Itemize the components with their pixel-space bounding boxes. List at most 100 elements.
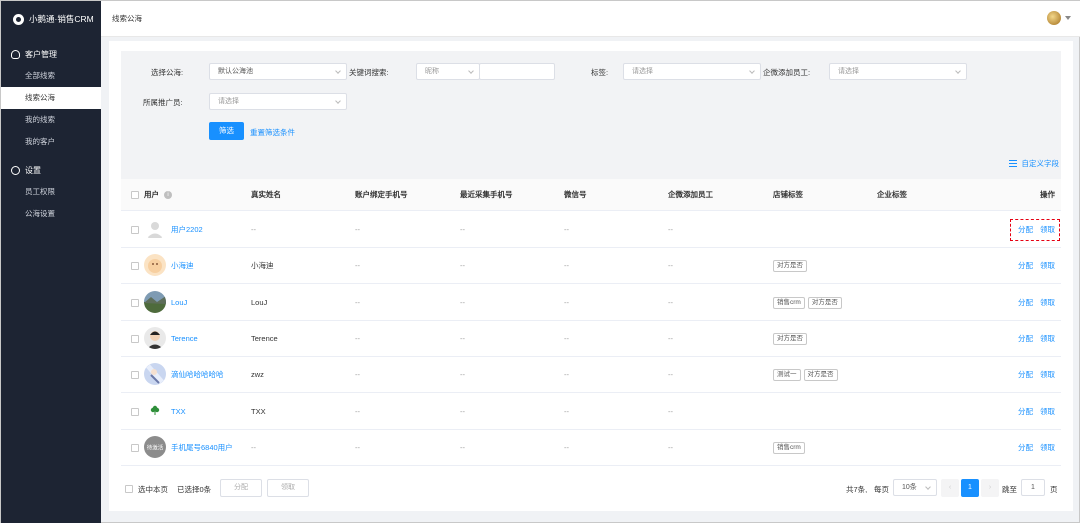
row-actions: 分配 领取 xyxy=(1018,248,1055,284)
highlight-box xyxy=(1010,219,1060,241)
cell-wechat: -- xyxy=(564,406,569,416)
app-title: 小鹅通·销售CRM xyxy=(29,14,94,24)
cell-staff: -- xyxy=(668,370,673,380)
tag-select[interactable]: 请选择 xyxy=(623,63,761,80)
user-name-link[interactable]: 手机尾号6840用户 xyxy=(171,430,233,466)
sidebar-item-0-3[interactable]: 我的客户 xyxy=(1,131,101,153)
cell-staff: -- xyxy=(668,406,673,416)
tag-label: 标签: xyxy=(591,68,609,77)
sidebar-group-label: 设置 xyxy=(25,165,41,175)
select-all-checkbox[interactable] xyxy=(131,191,139,199)
user-avatar xyxy=(144,290,166,313)
keyword-input[interactable] xyxy=(479,63,555,80)
sidebar-item-1-1[interactable]: 公海设置 xyxy=(1,203,101,225)
user-name-link[interactable]: TXX xyxy=(171,394,186,430)
column-header-recent-phone: 最近采集手机号 xyxy=(460,190,513,199)
sidebar-group-0[interactable]: 客户管理 xyxy=(1,43,101,65)
app-logo[interactable]: 小鹅通·销售CRM xyxy=(1,1,101,37)
table-header: 用户 i 真实姓名 账户绑定手机号 最近采集手机号 微信号 企微添加员工 店铺标签… xyxy=(121,179,1061,211)
custom-fields-link[interactable]: 自定义字段 xyxy=(1008,158,1059,169)
page-suffix: 页 xyxy=(1050,485,1058,494)
svg-text:待激活: 待激活 xyxy=(147,443,164,451)
column-header-staff: 企微添加员工 xyxy=(668,190,713,199)
cell-wechat: -- xyxy=(564,297,569,307)
keyword-type-select[interactable]: 昵称 xyxy=(416,63,480,80)
select-page-checkbox[interactable] xyxy=(125,485,133,493)
prev-page-button[interactable]: ‹ xyxy=(941,479,959,497)
cell-recent-phone: -- xyxy=(460,225,465,234)
assign-button[interactable]: 分配 xyxy=(1018,357,1033,393)
assign-button[interactable]: 分配 xyxy=(1018,321,1033,357)
row-checkbox[interactable] xyxy=(131,262,139,271)
user-name-link[interactable]: Terence xyxy=(171,321,198,357)
user-name-link[interactable]: LouJ xyxy=(171,285,187,321)
filter-area: 选择公海: 默认公海池 关键词搜索: 昵称 标签: 请选择 企微添加员工: 请选… xyxy=(121,51,1061,189)
shop-tag: 测试一 xyxy=(773,369,801,382)
row-checkbox[interactable] xyxy=(131,298,139,307)
row-checkbox[interactable] xyxy=(131,371,139,380)
assign-button[interactable]: 分配 xyxy=(1018,394,1033,430)
user-name-link[interactable]: 小海迪 xyxy=(171,248,194,284)
cell-wechat: -- xyxy=(564,225,569,234)
column-header-real-name: 真实姓名 xyxy=(251,190,281,199)
cell-recent-phone: -- xyxy=(460,370,465,380)
claim-button[interactable]: 领取 xyxy=(1040,321,1055,357)
cell-bound-phone: -- xyxy=(355,333,360,343)
claim-button[interactable]: 领取 xyxy=(1040,394,1055,430)
bulk-claim-button[interactable]: 领取 xyxy=(267,479,309,497)
cell-recent-phone: -- xyxy=(460,406,465,416)
current-user-avatar[interactable] xyxy=(1047,11,1061,25)
staff-label: 企微添加员工: xyxy=(763,68,811,77)
row-checkbox[interactable] xyxy=(131,226,139,234)
sidebar-item-0-0[interactable]: 全部线索 xyxy=(1,65,101,87)
reset-filters-link[interactable]: 重置筛选条件 xyxy=(250,127,295,138)
table-row: 用户2202 -- -- -- -- -- 分配 领取 xyxy=(121,212,1061,248)
sidebar-item-0-1[interactable]: 线索公海 xyxy=(1,87,101,109)
cell-real-name: -- xyxy=(251,225,256,234)
user-avatar xyxy=(144,218,166,240)
cell-wechat: -- xyxy=(564,370,569,380)
pool-select[interactable]: 默认公海池 xyxy=(209,63,347,80)
sidebar-item-1-0[interactable]: 员工权限 xyxy=(1,181,101,203)
assign-button[interactable]: 分配 xyxy=(1018,285,1033,321)
row-checkbox[interactable] xyxy=(131,407,139,416)
shop-tag: 对方是否 xyxy=(807,296,842,309)
pool-select-value: 默认公海池 xyxy=(218,68,253,75)
top-header: 线索公海 xyxy=(101,1,1080,37)
user-name-link[interactable]: 用户2202 xyxy=(171,212,203,248)
chevron-down-icon[interactable] xyxy=(1065,16,1071,20)
claim-button[interactable]: 领取 xyxy=(1040,248,1055,284)
cell-staff: -- xyxy=(668,442,673,452)
row-checkbox[interactable] xyxy=(131,443,139,452)
row-actions: 分配 领取 xyxy=(1018,430,1055,466)
promoter-select[interactable]: 请选择 xyxy=(209,93,347,110)
sidebar-group-1[interactable]: 设置 xyxy=(1,159,101,181)
bulk-assign-button[interactable]: 分配 xyxy=(220,479,262,497)
shop-tags: 销售crm 对方是否 xyxy=(773,285,842,321)
next-page-button[interactable]: › xyxy=(981,479,999,497)
column-header-user-label: 用户 xyxy=(144,190,159,199)
column-header-wechat: 微信号 xyxy=(564,190,587,199)
cell-recent-phone: -- xyxy=(460,261,465,271)
assign-button[interactable]: 分配 xyxy=(1018,430,1033,466)
staff-select[interactable]: 请选择 xyxy=(829,63,967,80)
assign-button[interactable]: 分配 xyxy=(1018,248,1033,284)
filter-button[interactable]: 筛选 xyxy=(209,122,244,140)
goto-page-input[interactable]: 1 xyxy=(1021,479,1045,496)
chevron-down-icon xyxy=(335,98,341,104)
page-size-select[interactable]: 10条 xyxy=(893,479,937,496)
logo-icon xyxy=(13,13,24,25)
sidebar-item-0-2[interactable]: 我的线索 xyxy=(1,109,101,131)
claim-button[interactable]: 领取 xyxy=(1040,357,1055,393)
table-row: Terence Terence -- -- -- -- 对方是否 分配 领取 xyxy=(121,321,1061,357)
user-name-link[interactable]: 滴仙哈哈哈哈哈 xyxy=(171,357,224,393)
claim-button[interactable]: 领取 xyxy=(1040,285,1055,321)
page-1-button[interactable]: 1 xyxy=(961,479,979,497)
claim-button[interactable]: 领取 xyxy=(1040,430,1055,466)
row-checkbox[interactable] xyxy=(131,334,139,343)
cell-staff: -- xyxy=(668,333,673,343)
info-icon[interactable]: i xyxy=(164,191,172,200)
cell-bound-phone: -- xyxy=(355,225,360,234)
table-row: 待激活 手机尾号6840用户 -- -- -- -- -- 销售crm 分配 领取 xyxy=(121,430,1061,466)
cell-real-name: TXX xyxy=(251,406,266,416)
